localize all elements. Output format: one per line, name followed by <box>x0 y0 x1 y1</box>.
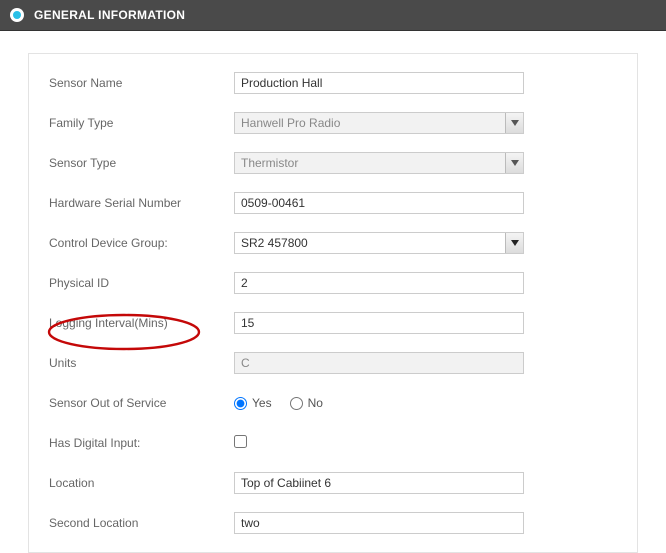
second-location-label: Second Location <box>49 516 234 530</box>
header-title: GENERAL INFORMATION <box>34 8 185 22</box>
out-of-service-no-option[interactable]: No <box>290 396 323 410</box>
location-label: Location <box>49 476 234 490</box>
chevron-down-icon[interactable] <box>505 233 523 253</box>
log-interval-label: Logging Interval(Mins) <box>49 316 234 330</box>
sensor-type-label: Sensor Type <box>49 156 234 170</box>
header-bullet-icon <box>10 8 24 22</box>
log-interval-input[interactable] <box>234 312 524 334</box>
general-information-panel: Sensor Name Family Type Hanwell Pro Radi… <box>28 53 638 553</box>
chevron-down-icon <box>505 113 523 133</box>
has-digital-checkbox[interactable] <box>234 435 247 448</box>
no-label: No <box>308 396 323 410</box>
has-digital-label: Has Digital Input: <box>49 436 234 450</box>
location-input[interactable] <box>234 472 524 494</box>
out-of-service-yes-option[interactable]: Yes <box>234 396 272 410</box>
physical-id-input[interactable] <box>234 272 524 294</box>
hw-serial-input[interactable] <box>234 192 524 214</box>
section-header: GENERAL INFORMATION <box>0 0 666 31</box>
units-label: Units <box>49 356 234 370</box>
family-type-value: Hanwell Pro Radio <box>241 116 340 130</box>
units-input <box>234 352 524 374</box>
chevron-down-icon <box>505 153 523 173</box>
out-of-service-yes-radio[interactable] <box>234 397 247 410</box>
ctrl-group-value: SR2 457800 <box>241 236 308 250</box>
sensor-name-label: Sensor Name <box>49 76 234 90</box>
sensor-type-value: Thermistor <box>241 156 298 170</box>
sensor-type-select: Thermistor <box>234 152 524 174</box>
out-of-service-label: Sensor Out of Service <box>49 396 234 410</box>
yes-label: Yes <box>252 396 272 410</box>
family-type-label: Family Type <box>49 116 234 130</box>
ctrl-group-select[interactable]: SR2 457800 <box>234 232 524 254</box>
sensor-name-input[interactable] <box>234 72 524 94</box>
out-of-service-no-radio[interactable] <box>290 397 303 410</box>
second-location-input[interactable] <box>234 512 524 534</box>
ctrl-group-label: Control Device Group: <box>49 236 234 250</box>
hw-serial-label: Hardware Serial Number <box>49 196 234 210</box>
physical-id-label: Physical ID <box>49 276 234 290</box>
family-type-select: Hanwell Pro Radio <box>234 112 524 134</box>
